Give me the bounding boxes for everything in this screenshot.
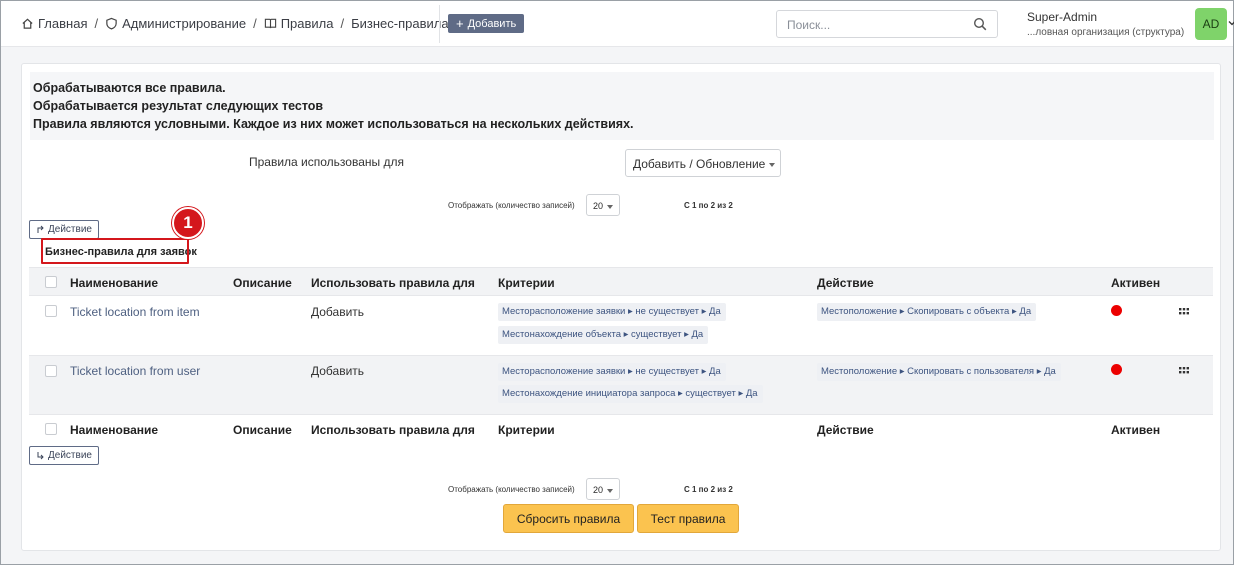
bulk-action-button[interactable]: Действие [29,220,99,239]
row-checkbox[interactable] [45,365,57,377]
caret-down-icon [607,488,614,493]
breadcrumb-business-rules[interactable]: Бизнес-правила... [351,16,459,31]
breadcrumb-administration[interactable]: Администрирование [105,16,246,31]
rules-panel: Обрабатываются все правила. Обрабатывает… [21,63,1221,551]
caret-down-icon [607,204,614,209]
column-action-header: Действие [817,423,874,437]
search-input[interactable]: Поиск... [776,10,998,38]
avatar[interactable]: AD [1195,8,1227,40]
pager-count: С 1 по 2 из 2 [684,485,733,494]
breadcrumb-label: Правила [280,16,334,31]
shield-icon [106,17,117,30]
top-header: Главная / Администрирование / Правила / … [1,1,1234,47]
select-value: 20 [593,485,604,495]
action-tag: Местоположение ▸ Скопировать с пользоват… [817,363,1061,381]
breadcrumb-label: Главная [38,16,88,31]
breadcrumb: Главная / Администрирование / Правила / … [21,16,459,31]
annotation-marker: 1 [172,207,204,239]
column-active-header[interactable]: Активен [1111,423,1160,437]
arrow-turn-icon [37,225,44,233]
user-name: Super-Admin [1027,10,1098,24]
breadcrumb-label: Бизнес-правила... [351,16,460,31]
rule-name-link[interactable]: Ticket location from user [70,364,200,378]
select-all-checkbox[interactable] [45,276,57,288]
breadcrumb-label: Администрирование [122,16,247,31]
breadcrumb-separator: / [94,16,99,31]
plus-icon: + [456,15,464,31]
inactive-status-dot [1111,364,1122,375]
add-button-label: Добавить [467,17,517,30]
column-description-header[interactable]: Описание [233,276,292,290]
rule-used-for: Добавить [311,305,365,319]
user-organization: ...ловная организация (структура) [1027,27,1185,38]
records-per-page-select[interactable]: 20 [586,478,620,500]
rule-name-link[interactable]: Ticket location from item [70,305,200,319]
rules-used-for-label: Правила использованы для [249,155,404,169]
column-used-for-header[interactable]: Использовать правила для [311,423,475,437]
table-row: Ticket location from user Добавить Место… [29,356,1213,415]
column-criteria-header: Критерии [498,276,555,290]
book-icon [264,18,276,29]
breadcrumb-rules[interactable]: Правила [264,16,334,31]
table-header: Наименование Описание Использовать прави… [29,267,1213,296]
search-placeholder: Поиск... [787,18,831,32]
drag-handle-icon[interactable] [1179,367,1189,374]
select-all-checkbox[interactable] [45,423,57,435]
row-checkbox[interactable] [45,305,57,317]
bulk-action-button-bottom[interactable]: Действие [29,446,99,465]
add-button[interactable]: + Добавить [448,14,525,33]
info-line: Правила являются условными. Каждое из ни… [33,117,634,131]
info-box: Обрабатываются все правила. Обрабатывает… [30,72,1214,140]
drag-handle-icon[interactable] [1179,308,1189,315]
pager-count: С 1 по 2 из 2 [684,201,733,210]
criteria-tag: Месторасположение заявки ▸ не существует… [498,363,726,381]
rules-table: Наименование Описание Использовать прави… [29,267,1213,444]
table-row: Ticket location from item Добавить Место… [29,296,1213,356]
column-used-for-header[interactable]: Использовать правила для [311,276,475,290]
info-line: Обрабатывается результат следующих тесто… [33,99,324,113]
pager-label: Отображать (количество записей) [448,485,575,494]
table-footer-header: Наименование Описание Использовать прави… [29,415,1213,444]
criteria-tag: Местонахождение инициатора запроса ▸ сущ… [498,385,763,403]
breadcrumb-home[interactable]: Главная [21,16,87,31]
criteria-tag: Местонахождение объекта ▸ существует ▸ Д… [498,326,709,344]
breadcrumb-separator: / [340,16,345,31]
home-icon [22,18,33,29]
column-name-header[interactable]: Наименование [70,423,158,437]
pager-label: Отображать (количество записей) [448,201,575,210]
caret-down-icon [769,162,776,167]
reset-rules-button[interactable]: Сбросить правила [503,504,634,533]
breadcrumb-separator: / [253,16,257,31]
select-value: Добавить / Обновление [633,157,766,171]
column-action-header: Действие [817,276,874,290]
column-active-header[interactable]: Активен [1111,276,1160,290]
info-line: Обрабатываются все правила. [33,81,226,95]
user-menu[interactable]: Super-Admin ...ловная организация (струк… [1027,10,1184,38]
rules-used-for-select[interactable]: Добавить / Обновление [625,149,781,177]
column-criteria-header: Критерии [498,423,555,437]
search-icon[interactable] [973,17,987,31]
action-button-label: Действие [48,450,92,461]
chevron-down-icon[interactable] [1228,19,1234,27]
highlight-box [41,238,189,264]
header-divider [439,5,440,43]
criteria-tag: Месторасположение заявки ▸ не существует… [498,303,726,321]
select-value: 20 [593,201,604,211]
column-description-header[interactable]: Описание [233,423,292,437]
action-tag: Местоположение ▸ Скопировать с объекта ▸… [817,303,1037,321]
arrow-turn-icon [37,452,44,460]
records-per-page-select[interactable]: 20 [586,194,620,216]
action-button-label: Действие [48,224,92,235]
inactive-status-dot [1111,305,1122,316]
column-name-header[interactable]: Наименование [70,276,158,290]
test-rules-button[interactable]: Тест правила [637,504,739,533]
rule-used-for: Добавить [311,364,365,378]
